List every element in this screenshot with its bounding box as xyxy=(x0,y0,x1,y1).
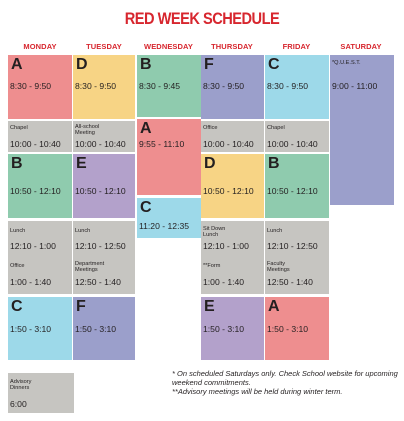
block-letter: E xyxy=(204,298,215,315)
class-block-e-thursday: E 1:50 - 3:10 xyxy=(201,297,264,360)
block-time: 10:50 - 12:10 xyxy=(75,186,126,196)
block-time: 8:30 - 9:50 xyxy=(75,81,117,91)
block-label: Office xyxy=(203,125,218,131)
class-block-d-thursday: D 10:50 - 12:10 xyxy=(201,154,264,218)
lunch-block-tuesday: Lunch 12:10 - 12:50 Department Meetings … xyxy=(73,221,135,294)
class-block-c-monday: C 1:50 - 3:10 xyxy=(8,297,72,360)
lunch-block-monday: Lunch 12:10 - 1:00 Office 1:00 - 1:40 xyxy=(8,221,72,294)
block-time: 10:00 - 10:40 xyxy=(267,139,318,149)
block-time: 9:00 - 11:00 xyxy=(332,81,378,91)
chapel-block-monday: Chapel 10:00 - 10:40 xyxy=(8,121,72,152)
block-time: 1:50 - 3:10 xyxy=(267,324,309,334)
block-letter: B xyxy=(140,56,152,73)
class-block-f-tuesday: F 1:50 - 3:10 xyxy=(73,297,135,360)
class-block-b-wednesday: B 8:30 - 9:45 xyxy=(137,55,201,117)
block-letter: C xyxy=(11,298,23,315)
block-time-secondary: 1:00 - 1:40 xyxy=(203,277,245,287)
block-label: Chapel xyxy=(267,125,285,131)
office-block-thursday: Office 10:00 - 10:40 xyxy=(201,121,264,152)
block-time-secondary: 12:50 - 1:40 xyxy=(75,277,121,287)
day-header-monday: MONDAY xyxy=(23,42,57,51)
block-time: 10:50 - 12:10 xyxy=(10,186,61,196)
block-letter: D xyxy=(76,56,88,73)
block-time: 10:00 - 10:40 xyxy=(75,139,126,149)
block-letter: A xyxy=(268,298,280,315)
block-time: 10:00 - 10:40 xyxy=(203,139,254,149)
block-label-secondary: **Form xyxy=(203,263,221,269)
class-block-a-monday: A 8:30 - 9:50 xyxy=(8,55,72,119)
block-letter: C xyxy=(268,56,280,73)
day-header-friday: FRIDAY xyxy=(282,42,311,51)
chapel-block-friday: Chapel 10:00 - 10:40 xyxy=(265,121,329,152)
quest-block-saturday: *Q.U.E.S.T. 9:00 - 11:00 xyxy=(330,55,394,205)
class-block-b-friday: B 10:50 - 12:10 xyxy=(265,154,329,218)
block-time: 8:30 - 9:50 xyxy=(10,81,52,91)
block-letter: C xyxy=(140,199,152,216)
block-time: 10:50 - 12:10 xyxy=(203,186,254,196)
block-label: Lunch xyxy=(10,228,26,234)
block-letter: B xyxy=(268,155,280,172)
class-block-c-wednesday: C 11:20 - 12:35 xyxy=(137,198,201,238)
block-label: Lunch xyxy=(267,228,283,234)
block-time: 1:50 - 3:10 xyxy=(75,324,117,334)
block-label: Chapel xyxy=(10,125,28,131)
block-letter: D xyxy=(204,155,216,172)
block-label-secondary: Office xyxy=(10,263,25,269)
block-time: 12:10 - 12:50 xyxy=(75,241,126,251)
block-label: *Q.U.E.S.T. xyxy=(332,60,361,66)
block-time: 8:30 - 9:50 xyxy=(203,81,245,91)
block-time: 1:50 - 3:10 xyxy=(10,324,52,334)
day-header-thursday: THURSDAY xyxy=(211,42,253,51)
class-block-e-tuesday: E 10:50 - 12:10 xyxy=(73,154,135,218)
block-label: Advisory Dinners xyxy=(10,379,32,391)
block-label: Sit Down Lunch xyxy=(203,226,226,238)
block-label: Lunch xyxy=(75,228,91,234)
block-time: 11:20 - 12:35 xyxy=(139,221,190,231)
block-time: 1:50 - 3:10 xyxy=(203,324,245,334)
block-letter: A xyxy=(11,56,23,73)
class-block-f-thursday: F 8:30 - 9:50 xyxy=(201,55,264,119)
block-label: All-school Meeting xyxy=(75,124,100,136)
lunch-block-thursday: Sit Down Lunch 12:10 - 1:00 **Form 1:00 … xyxy=(201,221,264,294)
block-time: 12:10 - 1:00 xyxy=(10,241,56,251)
block-letter: F xyxy=(76,298,86,315)
day-header-wednesday: WEDNESDAY xyxy=(144,42,193,51)
block-time-secondary: 12:50 - 1:40 xyxy=(267,277,313,287)
footnote-advisory: **Advisory meetings will be held during … xyxy=(172,387,343,396)
block-time: 12:10 - 1:00 xyxy=(203,241,249,251)
block-time: 10:50 - 12:10 xyxy=(267,186,318,196)
block-time: 6:00 xyxy=(10,399,27,409)
lunch-block-friday: Lunch 12:10 - 12:50 Faculty Meetings 12:… xyxy=(265,221,329,294)
block-time: 8:30 - 9:50 xyxy=(267,81,309,91)
block-label-secondary: Department Meetings xyxy=(75,261,105,273)
block-letter: A xyxy=(140,120,152,137)
block-letter: E xyxy=(76,155,87,172)
class-block-a-friday: A 1:50 - 3:10 xyxy=(265,297,329,360)
class-block-b-monday: B 10:50 - 12:10 xyxy=(8,154,72,218)
page-title: RED WEEK SCHEDULE xyxy=(124,9,280,28)
block-time: 8:30 - 9:45 xyxy=(139,81,181,91)
block-time: 12:10 - 12:50 xyxy=(267,241,318,251)
block-letter: B xyxy=(11,155,23,172)
footnote-saturday: * On scheduled Saturdays only. Check Sch… xyxy=(172,369,398,387)
block-letter: F xyxy=(204,56,214,73)
block-label-secondary: Faculty Meetings xyxy=(267,261,290,273)
class-block-c-friday: C 8:30 - 9:50 xyxy=(265,55,329,119)
block-time: 10:00 - 10:40 xyxy=(10,139,61,149)
block-time-secondary: 1:00 - 1:40 xyxy=(10,277,52,287)
day-header-saturday: SATURDAY xyxy=(340,42,382,51)
footnotes: * On scheduled Saturdays only. Check Sch… xyxy=(172,369,402,396)
day-header-tuesday: TUESDAY xyxy=(86,42,122,51)
class-block-d-tuesday: D 8:30 - 9:50 xyxy=(73,55,135,119)
class-block-a-wednesday: A 9:55 - 11:10 xyxy=(137,119,201,195)
meeting-block-tuesday: All-school Meeting 10:00 - 10:40 xyxy=(73,121,135,152)
block-time: 9:55 - 11:10 xyxy=(139,139,185,149)
advisory-dinners-block: Advisory Dinners 6:00 xyxy=(8,373,74,413)
